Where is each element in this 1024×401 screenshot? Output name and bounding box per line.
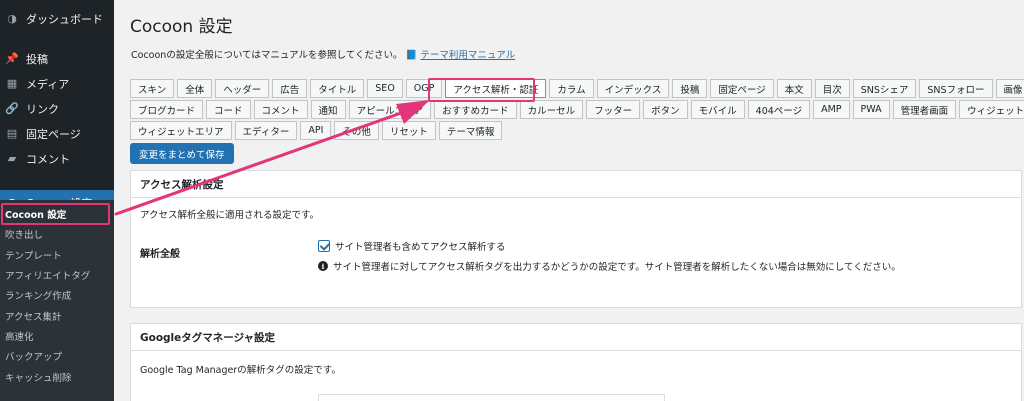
settings-tab[interactable]: ブログカード bbox=[130, 100, 204, 119]
save-all-button[interactable]: 変更をまとめて保存 bbox=[130, 143, 234, 164]
menu-item[interactable]: 📌 投稿 bbox=[0, 46, 114, 71]
gtm-id-input[interactable] bbox=[318, 394, 665, 401]
settings-tab[interactable]: フッター bbox=[586, 100, 641, 119]
access-analysis-panel: アクセス解析設定 アクセス解析全般に適用される設定です。 解析全般 サイト管理者… bbox=[130, 170, 1022, 308]
submenu-item[interactable]: アクセス集計 bbox=[0, 305, 114, 325]
dashboard-icon: ◑ bbox=[7, 12, 17, 25]
settings-tab[interactable]: 固定ページ bbox=[710, 79, 774, 98]
menu-item[interactable]: ▦ メディア bbox=[0, 71, 114, 96]
media-icon: ▦ bbox=[6, 77, 18, 90]
submenu-item[interactable]: 高速化 bbox=[0, 326, 114, 346]
settings-tab[interactable]: その他 bbox=[334, 121, 379, 140]
settings-tab[interactable]: インデックス bbox=[596, 79, 670, 98]
settings-tab[interactable]: 通知 bbox=[310, 100, 346, 119]
link-icon: 🔗 bbox=[5, 102, 19, 115]
submenu-highlight-box bbox=[1, 203, 110, 225]
settings-tab[interactable]: エディター bbox=[234, 121, 298, 140]
panel-heading: アクセス解析設定 bbox=[131, 171, 1021, 198]
settings-tab[interactable]: ウィジェット bbox=[959, 100, 1024, 119]
tab-row: スキン 全体 ヘッダー 広告 タイトル SEO OGP アクセス解析・認証 カラム インデックス投… bbox=[130, 79, 1024, 100]
menu-item[interactable]: 🔗 リンク bbox=[0, 96, 114, 121]
tab-highlight-box bbox=[428, 78, 535, 102]
settings-tab[interactable]: カルーセル bbox=[519, 100, 584, 119]
settings-tab[interactable]: ヘッダー bbox=[215, 79, 270, 98]
submenu-item[interactable]: ランキング作成 bbox=[0, 285, 114, 305]
menu-item[interactable]: ▤ 固定ページ bbox=[0, 121, 114, 146]
settings-tab[interactable]: PWA bbox=[852, 100, 890, 119]
settings-tab[interactable]: テーマ情報 bbox=[438, 121, 503, 140]
manual-link[interactable]: テーマ利用マニュアル bbox=[420, 50, 515, 61]
settings-tab[interactable]: 投稿 bbox=[672, 79, 708, 98]
panel-heading: Googleタグマネージャ設定 bbox=[131, 324, 1021, 351]
settings-tab[interactable]: SEO bbox=[367, 79, 403, 98]
settings-tab[interactable]: 広告 bbox=[272, 79, 308, 98]
settings-tabs: スキン 全体 ヘッダー 広告 タイトル SEO OGP アクセス解析・認証 カラム インデックス投… bbox=[130, 79, 1024, 142]
settings-tab[interactable]: おすすめカード bbox=[434, 100, 517, 119]
book-icon: 📘 bbox=[405, 50, 418, 61]
info-icon: i bbox=[318, 261, 328, 271]
tab-row: ウィジェットエリア エディター API その他 リセット テーマ情報 bbox=[130, 121, 1010, 142]
submenu-item[interactable]: テンプレート bbox=[0, 245, 114, 265]
settings-tab[interactable]: カラム bbox=[549, 79, 594, 98]
settings-tab[interactable]: リセット bbox=[381, 121, 436, 140]
comment-icon: ▰ bbox=[7, 152, 17, 165]
settings-tab[interactable]: ボタン bbox=[643, 100, 688, 119]
menu-item-label: 固定ページ bbox=[26, 127, 81, 141]
panel-description: Google Tag Managerの解析タグの設定です。 bbox=[140, 365, 341, 376]
page-description: Cocoonの設定全般についてはマニュアルを参照してください。 📘 テーマ利用マ… bbox=[131, 47, 515, 61]
admin-analysis-checkbox[interactable] bbox=[318, 240, 330, 252]
settings-tab[interactable]: コード bbox=[206, 100, 251, 119]
settings-tab[interactable]: 本文 bbox=[776, 79, 812, 98]
settings-tab[interactable]: 管理者画面 bbox=[892, 100, 957, 119]
submenu-item[interactable]: 吹き出し bbox=[0, 224, 114, 244]
info-text: サイト管理者に対してアクセス解析タグを出力するかどうかの設定です。サイト管理者を… bbox=[333, 262, 901, 273]
tab-row: ブログカード コード コメント 通知 アピールエリア おすすめカード カルーセル フッター ボタ… bbox=[130, 100, 1024, 121]
description-text: Cocoonの設定全般についてはマニュアルを参照してください。 bbox=[131, 50, 403, 61]
settings-tab[interactable]: スキン bbox=[130, 79, 175, 98]
settings-tab[interactable]: 画像 bbox=[995, 79, 1024, 98]
pin-icon: 📌 bbox=[5, 52, 19, 65]
submenu-item[interactable]: アフィリエイトタグ bbox=[0, 265, 114, 285]
settings-tab[interactable]: コメント bbox=[253, 100, 308, 119]
field-label: 解析全般 bbox=[140, 249, 180, 260]
page-title: Cocoon 設定 bbox=[130, 17, 233, 37]
panel-description: アクセス解析全般に適用される設定です。 bbox=[140, 210, 320, 221]
menu-item-label: リンク bbox=[26, 102, 59, 116]
settings-tab[interactable]: 目次 bbox=[814, 79, 850, 98]
menu-item[interactable]: ▰ コメント bbox=[0, 146, 114, 171]
page-icon: ▤ bbox=[6, 127, 18, 140]
menu-item-label: メディア bbox=[26, 77, 70, 91]
settings-tab[interactable]: AMP bbox=[813, 100, 850, 119]
settings-tab[interactable]: タイトル bbox=[310, 79, 365, 98]
admin-analysis-option: サイト管理者も含めてアクセス解析する bbox=[318, 239, 506, 253]
menu-item[interactable]: ◑ ダッシュボード bbox=[0, 6, 114, 31]
menu-item-label: ダッシュボード bbox=[26, 12, 103, 26]
submenu-item[interactable]: キャッシュ削除 bbox=[0, 366, 114, 386]
settings-tab[interactable]: 全体 bbox=[177, 79, 213, 98]
info-note: i サイト管理者に対してアクセス解析タグを出力するかどうかの設定です。サイト管理… bbox=[318, 259, 901, 273]
checkbox-label[interactable]: サイト管理者も含めてアクセス解析する bbox=[335, 239, 506, 253]
menu-item-label: 投稿 bbox=[26, 52, 48, 66]
main-content: Cocoon 設定 Cocoonの設定全般についてはマニュアルを参照してください… bbox=[114, 0, 1024, 401]
settings-tab[interactable]: ウィジェットエリア bbox=[130, 121, 232, 140]
settings-tab[interactable]: モバイル bbox=[690, 100, 745, 119]
submenu-item[interactable]: バックアップ bbox=[0, 346, 114, 366]
settings-tab[interactable]: SNSフォロー bbox=[919, 79, 993, 98]
admin-menu: ◑ダッシュボード📌投稿▦メディア🔗リンク▤固定ページ▰コメント●Cocoon 設… bbox=[0, 6, 114, 215]
gtm-panel: Googleタグマネージャ設定 Google Tag Managerの解析タグの… bbox=[130, 323, 1022, 401]
settings-tab[interactable]: API bbox=[300, 121, 332, 140]
settings-tab[interactable]: アピールエリア bbox=[348, 100, 432, 119]
cocoon-submenu: Cocoon 設定 吹き出し テンプレート アフィリエイトタグ ランキング作成 アクセス集… bbox=[0, 200, 114, 401]
menu-item-label: コメント bbox=[26, 152, 70, 166]
settings-tab[interactable]: 404ページ bbox=[747, 100, 811, 119]
settings-tab[interactable]: SNSシェア bbox=[852, 79, 917, 98]
